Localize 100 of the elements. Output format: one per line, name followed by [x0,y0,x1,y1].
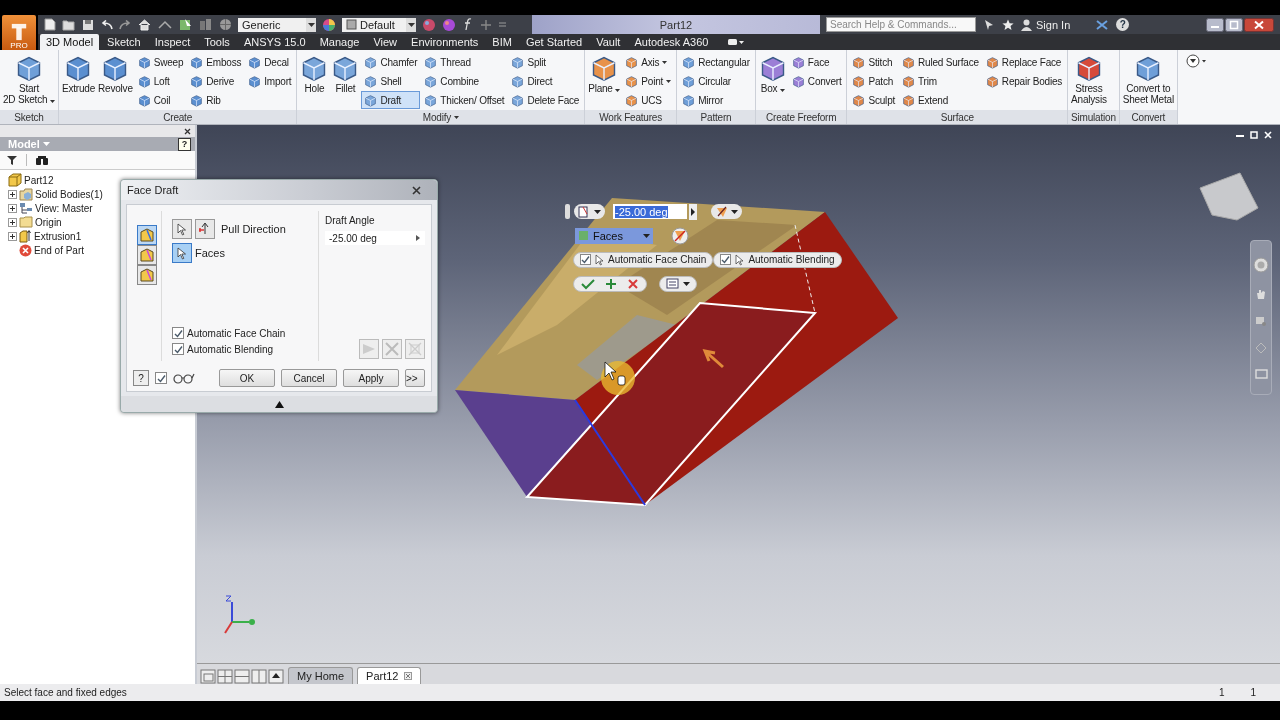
minimize-button[interactable] [1206,17,1224,32]
display-options-icon[interactable] [728,38,745,46]
cancel-button[interactable] [626,277,640,290]
dialog-button[interactable]: Cancel [281,369,337,387]
tree-item[interactable]: Solid Bodies(1) [35,188,103,200]
ribbon-tool-button[interactable]: Extrude [60,53,96,106]
tree-item[interactable]: View: Master [35,202,93,214]
ribbon-tool-button[interactable]: Split [508,53,583,71]
tree-item[interactable]: Extrusion1 [34,230,82,242]
model-drawing[interactable] [455,198,898,507]
ribbon-tab[interactable]: Tools [198,34,236,50]
panel-title[interactable]: Modify [297,110,585,124]
exchange-icon[interactable] [1095,18,1110,31]
ribbon-tool-button[interactable]: Replace Face [982,53,1066,71]
ok-button[interactable] [580,277,596,290]
ribbon-tool-button[interactable]: Rib [187,91,245,109]
ribbon-tool-button[interactable]: UCS [622,91,675,109]
restore-icon[interactable] [1250,131,1258,139]
preview-checkbox[interactable] [155,372,167,384]
flip-direction-button[interactable] [671,226,689,245]
material-dropdown[interactable]: Generic [238,17,316,32]
ribbon-tool-button[interactable]: Convert [788,72,845,90]
draft-type-button[interactable] [137,265,157,285]
direction-button[interactable] [195,219,215,239]
undo-icon[interactable] [100,19,113,30]
ribbon-tab[interactable]: Inspect [148,34,197,50]
ribbon-tool-button[interactable]: Patch [849,72,899,90]
filter-icon[interactable] [6,154,18,166]
tile-icon[interactable] [217,669,233,684]
draft-angle-field[interactable]: -25.00 deg [613,204,687,219]
open-folder-icon[interactable] [62,18,76,31]
ribbon-tool-button[interactable]: Revolve [97,53,134,106]
ribbon-tool-button[interactable]: Convert to Sheet Metal [1121,53,1175,106]
expand-icon[interactable] [8,189,17,199]
ribbon-tool-button[interactable]: Rectangular [679,53,753,71]
home-icon[interactable] [138,18,151,31]
tile-horizontal-icon[interactable] [234,669,250,684]
browser-header[interactable]: Model ? [0,137,195,151]
arrow-right-icon[interactable] [416,235,420,241]
close-icon[interactable] [184,127,191,135]
maximize-button[interactable] [1225,17,1243,32]
ribbon-tool-button[interactable]: Loft [134,72,187,90]
plus-icon[interactable] [480,18,492,31]
ribbon-tool-button[interactable]: Circular [679,72,753,90]
dropdown-button[interactable] [711,204,742,219]
ribbon-tool-button[interactable]: Coil [134,91,187,109]
document-tab[interactable]: Part12 [357,667,422,684]
checkbox[interactable] [172,343,184,355]
ribbon-tab[interactable]: Environments [405,34,485,50]
close-button[interactable] [1244,17,1274,32]
ribbon-tool-button[interactable]: Direct [508,72,583,90]
ribbon-tool-button[interactable]: Derive [187,72,245,90]
dialog-button[interactable]: OK [219,369,275,387]
checkbox[interactable] [720,254,732,265]
ribbon-tab[interactable]: Autodesk A360 [628,34,715,50]
help-button[interactable]: ? [1116,18,1130,31]
checkbox[interactable] [580,254,591,265]
help-button[interactable]: ? [133,370,149,386]
ribbon-tool-button[interactable]: Emboss [187,53,245,71]
ball-icon[interactable] [422,17,436,32]
ribbon-tool-button[interactable]: Face [788,53,845,71]
ribbon-tool-button[interactable]: Combine [421,72,508,90]
ribbon-tool-button[interactable]: Sweep [134,53,187,71]
tree-item[interactable]: End of Part [34,244,85,256]
appearance-dropdown[interactable]: Default [342,17,416,32]
star-icon[interactable] [1002,18,1014,31]
sign-in-button[interactable]: Sign In [1021,18,1071,31]
select-button[interactable] [172,219,192,239]
project-icon[interactable] [199,18,213,31]
arrow-up-icon[interactable] [268,669,284,684]
ribbon-tool-button[interactable]: Plane [587,53,622,106]
update-icon[interactable] [157,18,173,31]
ribbon-tool-button[interactable]: Box [757,53,788,106]
dialog-button[interactable]: Apply [343,369,399,387]
ribbon-tool-button[interactable]: Axis [622,53,675,71]
cascade-icon[interactable] [200,669,216,684]
ribbon-tool-button[interactable]: Draft [361,91,421,109]
apply-button[interactable] [604,277,618,290]
ribbon-tool-button[interactable]: Stitch [849,53,899,71]
ribbon-tool-button[interactable]: Repair Bodies [982,72,1066,90]
function-icon[interactable] [462,18,474,31]
expand-icon[interactable] [274,400,284,408]
ball-icon[interactable] [442,17,456,32]
close-icon[interactable] [404,672,413,680]
ribbon-tab[interactable]: BIM [486,34,518,50]
ribbon-tab[interactable]: Sketch [101,34,147,50]
close-button[interactable] [412,185,421,195]
expand-icon[interactable] [8,203,17,213]
ribbon-tool-button[interactable]: Shell [361,72,421,90]
ribbon-tab[interactable]: Manage [313,34,366,50]
ribbon-tool-button[interactable]: Thread [421,53,508,71]
draft-type-button[interactable] [137,225,157,245]
save-icon[interactable] [82,18,94,31]
ribbon-tool-button[interactable]: Point [622,72,675,90]
view-cube-icon[interactable] [1199,172,1259,221]
drag-handle[interactable] [565,204,570,219]
ribbon-tool-button[interactable]: Trim [899,72,982,90]
application-menu-button[interactable]: PRO [2,15,36,50]
ribbon-tab[interactable]: Get Started [519,34,589,50]
checkbox[interactable] [172,327,184,339]
